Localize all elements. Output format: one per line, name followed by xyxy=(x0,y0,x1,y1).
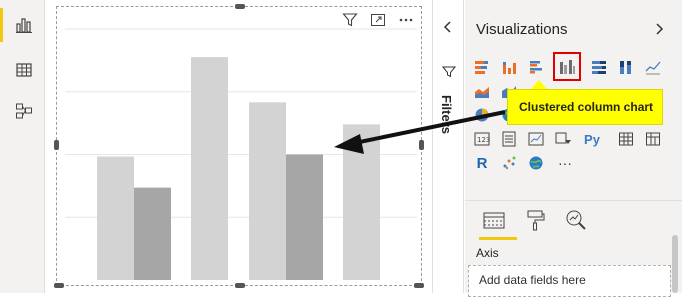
visualizations-title: Visualizations xyxy=(476,21,568,38)
data-view-icon[interactable] xyxy=(12,58,36,82)
active-tab-underline xyxy=(479,237,517,240)
globe-map-icon[interactable] xyxy=(526,153,546,173)
chart-bar-4-series-1[interactable] xyxy=(343,124,380,280)
active-view-indicator xyxy=(0,8,3,42)
line-chart-icon[interactable] xyxy=(643,57,663,77)
stacked-bar-chart-icon[interactable] xyxy=(472,57,492,77)
visual-type-tooltip: Clustered column chart xyxy=(507,89,663,125)
chart-bar-3-series-2[interactable] xyxy=(286,154,323,281)
analytics-magnifier-icon[interactable] xyxy=(565,209,587,236)
multi-row-card-icon[interactable] xyxy=(499,129,519,149)
chevron-right-icon[interactable] xyxy=(654,22,664,41)
filters-funnel-icon xyxy=(441,65,457,84)
chart-bar-2-series-1[interactable] xyxy=(191,57,228,280)
pane-scrollbar[interactable] xyxy=(672,235,678,293)
clustered-bar-chart-icon[interactable] xyxy=(526,57,546,77)
r-visual-label: R xyxy=(476,154,488,172)
clustered-column-chart-icon[interactable] xyxy=(553,52,581,81)
model-view-icon[interactable] xyxy=(12,99,36,123)
collapse-chevron-left-icon[interactable] xyxy=(443,20,453,39)
more-visuals-icon[interactable]: ··· xyxy=(553,153,577,173)
axis-well-label: Axis xyxy=(476,246,499,260)
card-icon[interactable]: 123 xyxy=(472,129,492,149)
filters-pane-collapsed[interactable]: Filters xyxy=(432,0,464,293)
format-paint-roller-icon[interactable] xyxy=(525,209,545,236)
axis-well-placeholder: Add data fields here xyxy=(479,273,586,287)
svg-text:123: 123 xyxy=(477,136,490,144)
python-visual-icon[interactable]: Py xyxy=(580,129,604,149)
chart-bar-1-series-1[interactable] xyxy=(97,156,134,280)
more-visuals-label: ··· xyxy=(558,155,572,171)
stacked-column-chart-icon[interactable] xyxy=(499,57,519,77)
slicer-icon[interactable] xyxy=(553,129,573,149)
axis-field-well[interactable]: Add data fields here xyxy=(468,265,671,297)
chart-bar-3-series-1[interactable] xyxy=(249,102,286,281)
filters-label[interactable]: Filters xyxy=(439,95,454,134)
r-script-visual-icon[interactable]: R xyxy=(472,153,492,173)
100-stacked-column-chart-icon[interactable] xyxy=(616,57,636,77)
matrix-visual-icon[interactable] xyxy=(643,129,663,149)
left-view-rail xyxy=(0,0,45,293)
table-visual-icon[interactable] xyxy=(616,129,636,149)
chart-plot xyxy=(65,28,417,281)
python-visual-label: Py xyxy=(584,131,600,147)
area-chart-icon[interactable] xyxy=(472,81,492,101)
clustered-column-visual[interactable] xyxy=(54,4,424,288)
chart-bar-1-series-2[interactable] xyxy=(134,187,171,280)
tooltip-text: Clustered column chart xyxy=(519,100,654,114)
kpi-icon[interactable] xyxy=(526,129,546,149)
scatter-chart-icon[interactable] xyxy=(499,153,519,173)
pane-tabs xyxy=(465,200,682,242)
report-view-icon[interactable] xyxy=(12,13,36,37)
fields-tab-icon[interactable] xyxy=(483,211,505,236)
visualizations-pane: Visualizations 123 Py R ··· Axis Add dat… xyxy=(465,0,682,297)
pie-chart-icon[interactable] xyxy=(472,105,492,125)
100-stacked-bar-chart-icon[interactable] xyxy=(589,57,609,77)
